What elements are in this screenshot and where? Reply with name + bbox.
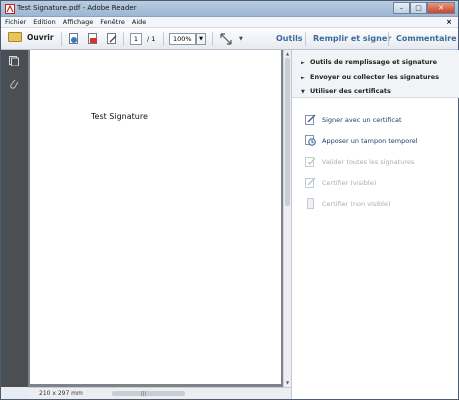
page-size-label: 210 x 297 mm xyxy=(39,390,83,397)
menu-affichage[interactable]: Affichage xyxy=(63,18,94,26)
section-label: Utiliser des certificats xyxy=(310,87,391,95)
menu-aide[interactable]: Aide xyxy=(132,18,146,26)
navigation-pane xyxy=(1,50,28,387)
collapsed-arrow-icon: ► xyxy=(301,75,305,81)
section-label: Envoyer ou collecter les signatures xyxy=(310,73,440,81)
expanded-arrow-icon: ▼ xyxy=(301,89,305,95)
page-total: / 1 xyxy=(147,35,156,43)
zoom-dropdown-button[interactable]: ▼ xyxy=(196,33,206,45)
tools-panel: ► Outils de remplissage et signature ► Env… xyxy=(291,50,459,399)
action-tampon-temporel[interactable]: Apposer un tampon temporel xyxy=(305,135,418,146)
open-button[interactable]: Ouvrir xyxy=(8,32,54,42)
open-label: Ouvrir xyxy=(27,32,54,42)
menu-fenetre[interactable]: Fenêtre xyxy=(100,18,125,26)
zoom-input[interactable]: 100% xyxy=(169,33,196,45)
toolbar-divider xyxy=(163,32,164,46)
toolbar-divider xyxy=(61,32,62,46)
close-window-button[interactable]: ✕ xyxy=(427,2,455,14)
status-bar: 210 x 297 mm ||| xyxy=(28,387,291,399)
vertical-scroll-thumb[interactable] xyxy=(285,58,290,206)
pdf-convert-icon[interactable] xyxy=(87,33,99,45)
toolbar: Ouvrir 1 / 1 100% ▼ ▼ Outils Remplir et … xyxy=(1,28,458,50)
maximize-icon: □ xyxy=(415,4,422,12)
collapsed-arrow-icon: ► xyxy=(301,60,305,66)
window-title: Test Signature.pdf - Adobe Reader xyxy=(17,4,137,12)
tab-outils[interactable]: Outils xyxy=(276,34,303,43)
section-outils-remplissage[interactable]: ► Outils de remplissage et signature xyxy=(301,58,437,66)
tab-remplir-et-signer[interactable]: Remplir et signer xyxy=(313,34,391,43)
validate-signatures-icon xyxy=(305,157,316,167)
action-valider-signatures[interactable]: Valider toutes les signatures xyxy=(305,156,414,167)
pen-sign-icon xyxy=(305,114,316,125)
minimize-button[interactable]: – xyxy=(393,2,410,14)
tab-divider xyxy=(388,32,389,46)
scroll-down-icon[interactable]: ▼ xyxy=(285,380,290,385)
section-utiliser-certificats[interactable]: ▼ Utiliser des certificats xyxy=(301,87,391,95)
certify-invisible-icon xyxy=(307,198,314,209)
chevron-down-icon: ▼ xyxy=(199,36,203,42)
document-text: Test Signature xyxy=(91,112,148,121)
certify-visible-icon xyxy=(305,177,316,188)
document-view: Test Signature xyxy=(28,50,283,387)
scroll-up-icon[interactable]: ▲ xyxy=(285,51,290,56)
menu-fichier[interactable]: Fichier xyxy=(5,18,26,26)
menu-bar: Fichier Edition Affichage Fenêtre Aide × xyxy=(1,17,458,28)
folder-icon xyxy=(8,32,22,42)
tab-commentaire[interactable]: Commentaire xyxy=(396,34,457,43)
vertical-scrollbar[interactable]: ▲ ▼ xyxy=(283,50,291,387)
window-controls: – □ ✕ xyxy=(393,2,455,14)
section-label: Outils de remplissage et signature xyxy=(310,58,438,66)
fit-dropdown-icon[interactable]: ▼ xyxy=(239,36,243,42)
action-label: Certifier (non visible) xyxy=(322,199,391,208)
attachments-paperclip-icon[interactable] xyxy=(9,79,19,89)
clock-stamp-icon xyxy=(305,135,316,146)
pdf-page: Test Signature xyxy=(30,50,281,384)
menu-edition[interactable]: Edition xyxy=(33,18,56,26)
section-envoyer-signatures[interactable]: ► Envoyer ou collecter les signatures xyxy=(301,73,439,81)
toolbar-divider xyxy=(212,32,213,46)
edit-sign-icon[interactable] xyxy=(106,33,118,45)
close-icon: ✕ xyxy=(438,4,444,12)
close-document-button[interactable]: × xyxy=(446,18,452,26)
title-bar: Test Signature.pdf - Adobe Reader – □ ✕ xyxy=(1,1,458,17)
action-label: Certifier (visible) xyxy=(322,178,377,187)
toolbar-divider xyxy=(123,32,124,46)
adobe-reader-icon xyxy=(5,4,15,14)
action-certifier-visible[interactable]: Certifier (visible) xyxy=(305,177,376,188)
action-label: Apposer un tampon temporel xyxy=(322,136,418,145)
action-label: Signer avec un certificat xyxy=(322,115,402,124)
action-label: Valider toutes les signatures xyxy=(322,157,415,166)
page-number-input[interactable]: 1 xyxy=(130,33,142,45)
page-thumbnails-icon[interactable] xyxy=(9,56,19,66)
app-window: Test Signature.pdf - Adobe Reader – □ ✕ … xyxy=(0,0,459,400)
create-pdf-icon[interactable] xyxy=(68,33,80,45)
maximize-button[interactable]: □ xyxy=(410,2,427,14)
horizontal-scroll-thumb[interactable] xyxy=(112,391,185,396)
fit-page-icon[interactable] xyxy=(220,33,232,45)
action-signer-certificat[interactable]: Signer avec un certificat xyxy=(305,114,402,125)
minimize-icon: – xyxy=(399,4,404,12)
scroll-grip-icon: ||| xyxy=(141,391,147,397)
tab-divider xyxy=(305,32,306,46)
action-certifier-non-visible[interactable]: Certifier (non visible) xyxy=(305,198,391,209)
